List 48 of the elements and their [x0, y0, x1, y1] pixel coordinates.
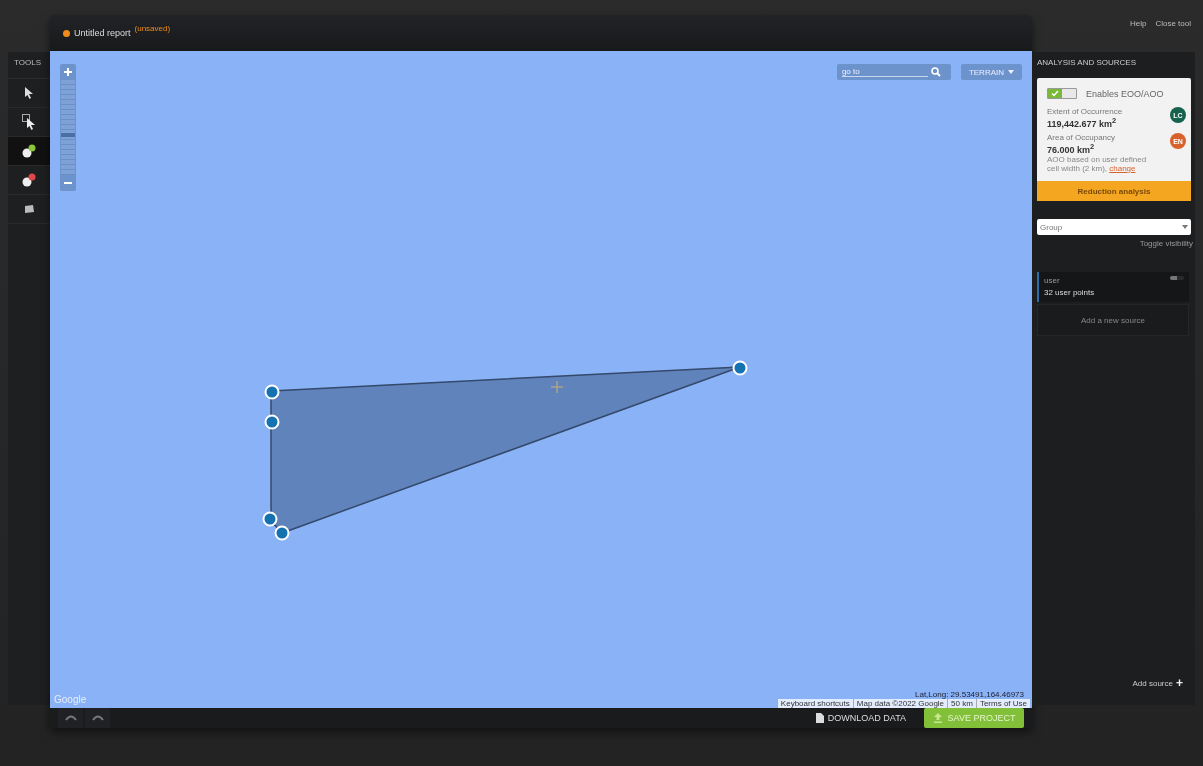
metric-value: 119,442.677 km$^{2}$	[1047, 116, 1118, 129]
toggle-label: Enables EOO/AOO	[1086, 88, 1164, 99]
reduction-analysis-button[interactable]: Reduction analysis	[1037, 181, 1191, 201]
top-link[interactable]: Help	[1129, 19, 1147, 52]
metric-value: 76.000 km$^{2}$	[1047, 142, 1096, 155]
remove-point-icon	[22, 173, 36, 187]
source-count: 32 user points	[1044, 288, 1095, 297]
undo-button[interactable]	[58, 708, 83, 728]
top-link[interactable]: Close tool	[1155, 19, 1191, 52]
document-icon	[815, 713, 824, 723]
panel-title: ANALYSIS AND SOURCES	[1036, 57, 1137, 69]
layers-icon	[23, 204, 35, 214]
redo-button[interactable]	[85, 708, 110, 728]
source-card[interactable]: user 32 user points	[1037, 272, 1189, 302]
tool-button[interactable]	[8, 137, 50, 166]
source-name: user	[1044, 276, 1061, 285]
download-button[interactable]: DOWNLOAD DATA	[809, 712, 912, 724]
add-point-icon	[22, 144, 36, 158]
zoom-control[interactable]	[60, 64, 76, 192]
pointer-icon	[24, 87, 34, 99]
polygon-drawing[interactable]	[262, 360, 748, 541]
search-field[interactable]: go to	[836, 64, 951, 81]
zoom-handle[interactable]	[61, 133, 75, 138]
add-new-source-button[interactable]: Add a new source	[1037, 304, 1189, 336]
check-icon	[1051, 90, 1059, 97]
search-icon	[930, 67, 941, 78]
attribution-text: Keyboard shortcuts	[776, 699, 853, 708]
zoom-slider[interactable]	[61, 80, 75, 176]
metric-label: Area of Occupancy	[1047, 133, 1117, 142]
upload-icon	[932, 713, 943, 723]
map[interactable]: go to TERRAIN Google Lat,Long: 29.53491,164.46973 Keyboard shortcuts Map data ©2022 Google 50 km Terms of Use	[50, 51, 1032, 708]
visibility-switch[interactable]	[1170, 276, 1184, 280]
box-select-icon	[22, 114, 36, 130]
google-logo: Google	[54, 694, 87, 705]
report-title: Untitled report	[74, 28, 131, 39]
coordinates-label: Lat,Long: 29.53491,164.46973	[915, 690, 1025, 699]
toggle-switch[interactable]	[1047, 88, 1077, 99]
group-dropdown[interactable]: Group	[1037, 219, 1191, 235]
unsaved-label: (unsaved)	[134, 24, 171, 33]
zoom-in-icon[interactable]	[64, 66, 72, 79]
note-text: AOO based on user defined cell width (2 km), change	[1047, 155, 1148, 173]
caret-icon	[1182, 225, 1188, 229]
status-dot-icon	[63, 29, 70, 37]
toggle-visibility-link[interactable]: Toggle visibility	[1139, 239, 1193, 248]
caret-icon	[1008, 70, 1014, 75]
add-source-button[interactable]: Add source +	[1126, 675, 1189, 691]
metric-label: Extent of Occurrence	[1047, 107, 1123, 116]
change-link[interactable]: change	[1109, 164, 1136, 173]
